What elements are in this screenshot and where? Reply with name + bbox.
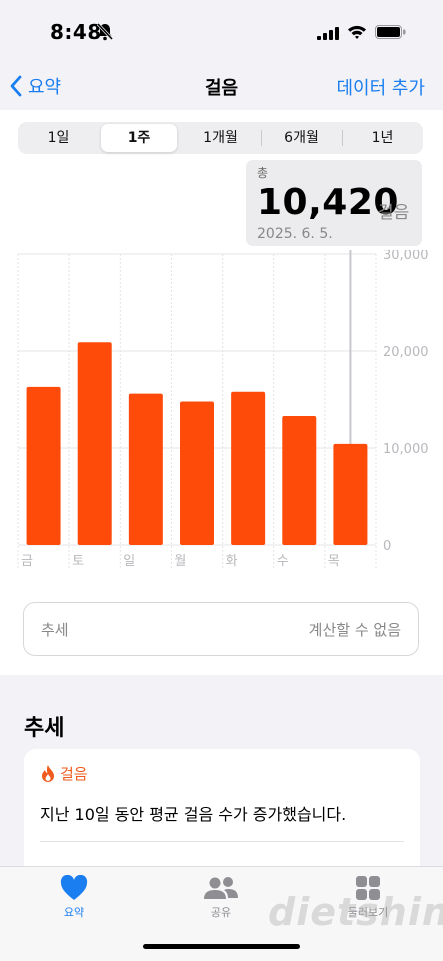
tab-summary-label: 요약 [63,906,85,919]
bar-1 [77,342,112,545]
segment-divider [342,130,343,146]
trend-card-header: 걸음 [40,763,88,784]
steps-bar-chart[interactable]: 30,000 20,000 10,000 0 금 토 일 월 화 수 목 [0,250,443,580]
bar-6 [333,443,368,545]
add-data-button[interactable]: 데이터 추가 [336,74,425,100]
steps-chart-panel: 1일 1주 1개월 6개월 1년 총 10,420 걸음 2025. 6. 5.… [0,110,443,675]
x-tick-label: 금 [21,554,33,569]
wifi-icon [348,25,366,39]
tab-sharing[interactable]: 공유 [181,875,261,920]
bar-2 [128,393,163,545]
selection-tooltip: 총 10,420 걸음 2025. 6. 5. [246,160,422,246]
x-tick-label: 월 [174,554,186,569]
y-tick-label: 20,000 [383,345,429,360]
segment-1-year[interactable]: 1년 [342,122,423,154]
heart-icon [60,875,88,900]
trend-row-value: 계산할 수 없음 [308,621,401,639]
bell-slash-icon [97,23,113,41]
x-tick-label: 목 [328,554,340,569]
segment-6-months[interactable]: 6개월 [261,122,342,154]
home-indicator [143,944,300,949]
cellular-signal-icon [317,27,339,40]
x-tick-label: 수 [277,554,289,569]
period-segmented-control: 1일 1주 1개월 6개월 1년 [18,122,423,154]
trend-section-title: 추세 [24,716,65,741]
tooltip-date: 2025. 6. 5. [257,226,333,242]
segment-1-month[interactable]: 1개월 [180,122,261,154]
y-tick-label: 0 [383,539,391,554]
trend-card-text: 지난 10일 동안 평균 걸음 수가 증가했습니다. [40,805,347,824]
status-bar: 8:48 [0,0,443,62]
y-tick-label: 30,000 [383,250,429,263]
people-icon [204,877,238,899]
flame-icon [42,765,54,782]
x-tick-label: 토 [72,554,84,569]
trend-card[interactable]: 걸음 지난 10일 동안 평균 걸음 수가 증가했습니다. [24,749,420,879]
y-tick-label: 10,000 [383,442,429,457]
status-time: 8:48 [50,20,102,44]
bar-0 [26,386,61,545]
tab-summary[interactable]: 요약 [34,875,114,920]
tooltip-label: 총 [257,166,269,180]
battery-icon [375,25,406,39]
trend-row[interactable]: 추세 계산할 수 없음 [23,602,419,656]
trend-row-label: 추세 [41,621,69,639]
trend-card-label: 걸음 [60,765,88,783]
segment-1-week[interactable]: 1주 [101,124,177,152]
bar-3 [180,401,214,545]
trend-card-divider [40,841,404,842]
tooltip-unit: 걸음 [378,203,410,223]
watermark: dietshin.com [268,890,443,934]
navigation-bar: 요약 걸음 데이터 추가 [0,62,443,110]
x-tick-label: 일 [123,554,135,569]
segment-1-day[interactable]: 1일 [18,122,99,154]
x-tick-label: 화 [226,554,238,569]
bar-4 [231,391,266,545]
tab-sharing-label: 공유 [210,906,232,919]
segment-divider [261,130,262,146]
bar-5 [282,415,317,545]
